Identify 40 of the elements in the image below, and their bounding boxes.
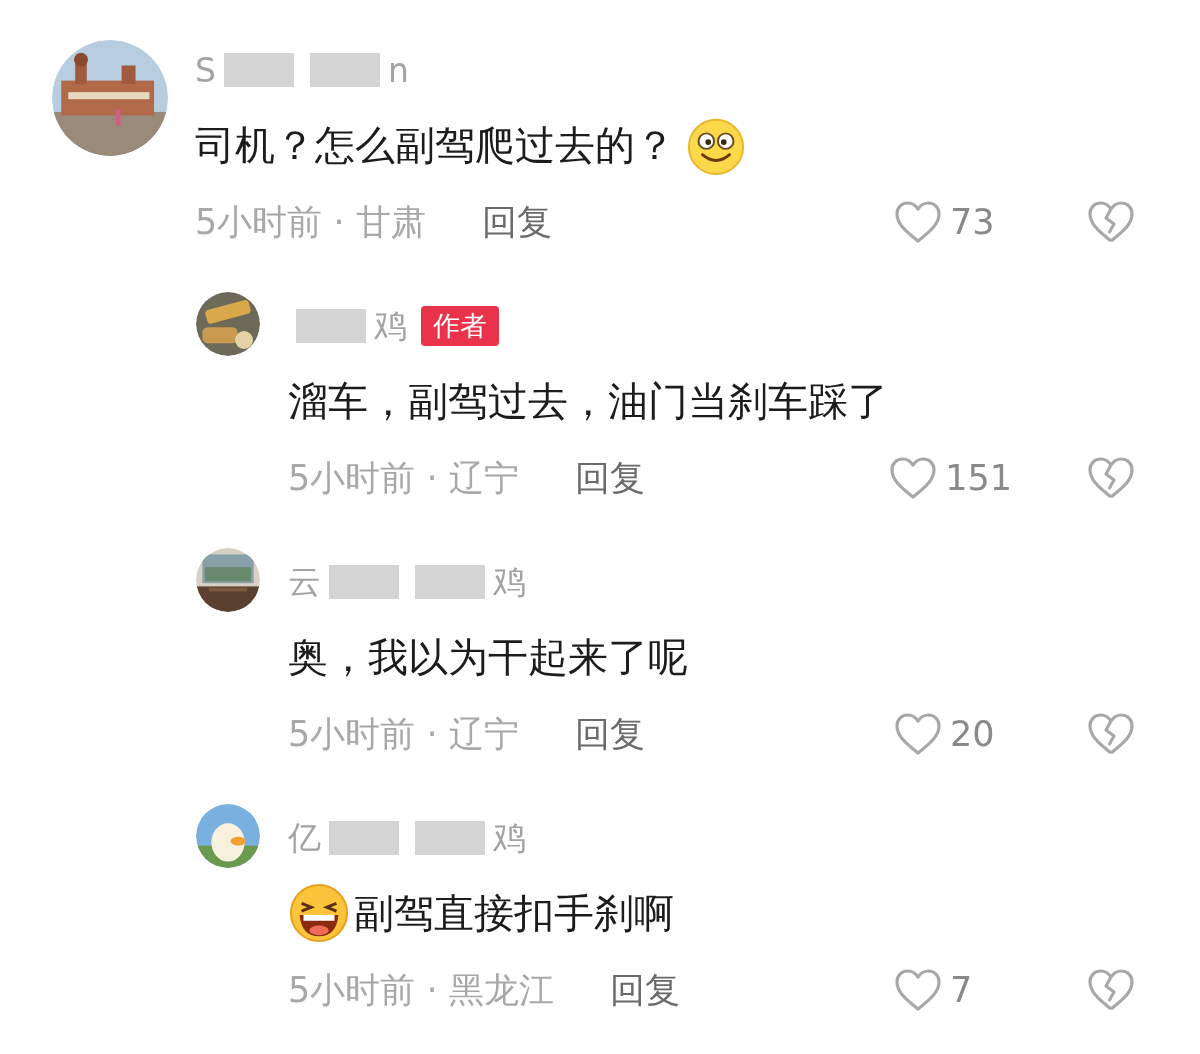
broken-heart-icon[interactable] [1087, 456, 1135, 500]
time-location: 5小时前 · 黑龙江 [288, 968, 554, 1012]
heart-icon[interactable] [894, 712, 942, 756]
reply-button[interactable]: 回复 [481, 198, 552, 246]
broken-heart-icon[interactable] [1087, 712, 1135, 756]
like-count: 7 [950, 970, 974, 1010]
redaction-block [415, 821, 485, 855]
like-count: 73 [950, 202, 996, 242]
heart-icon[interactable] [889, 456, 938, 500]
like-count: 151 [945, 458, 1012, 498]
comment-text: 溜车，副驾过去，油门当刹车踩了 [288, 376, 888, 426]
user-name: S [195, 50, 216, 90]
broken-heart-icon[interactable] [1087, 968, 1135, 1012]
reply-button[interactable]: 回复 [574, 454, 645, 502]
heart-icon[interactable] [894, 200, 942, 244]
comment-text: 司机？怎么副驾爬过去的？ [195, 120, 675, 170]
redaction-block [296, 309, 366, 343]
redaction-block [415, 565, 485, 599]
author-badge: 作者 [421, 306, 499, 346]
time-location: 5小时前 · 辽宁 [288, 456, 519, 500]
comment-text: 副驾直接扣手刹啊 [354, 888, 674, 938]
time-location: 5小时前 · 甘肃 [195, 200, 426, 244]
time-location: 5小时前 · 辽宁 [288, 712, 519, 756]
redaction-block [309, 53, 380, 87]
user-name: 鸡 [493, 816, 526, 859]
user-name: 云 [288, 560, 321, 603]
redaction-block [329, 565, 399, 599]
redaction-block [329, 821, 399, 855]
comment-text: 奥，我以为干起来了呢 [288, 632, 688, 682]
reply-button[interactable]: 回复 [574, 710, 645, 758]
user-name: n [387, 50, 409, 90]
user-name: 鸡 [493, 560, 526, 603]
broken-heart-icon[interactable] [1087, 200, 1135, 244]
like-count: 20 [950, 714, 996, 754]
laughing-emoji-icon [288, 882, 350, 944]
heart-icon[interactable] [894, 968, 942, 1012]
user-name: 亿 [288, 816, 321, 859]
user-name: 鸡 [374, 304, 407, 347]
reply-button[interactable]: 回复 [609, 966, 680, 1014]
redaction-block [223, 53, 294, 87]
